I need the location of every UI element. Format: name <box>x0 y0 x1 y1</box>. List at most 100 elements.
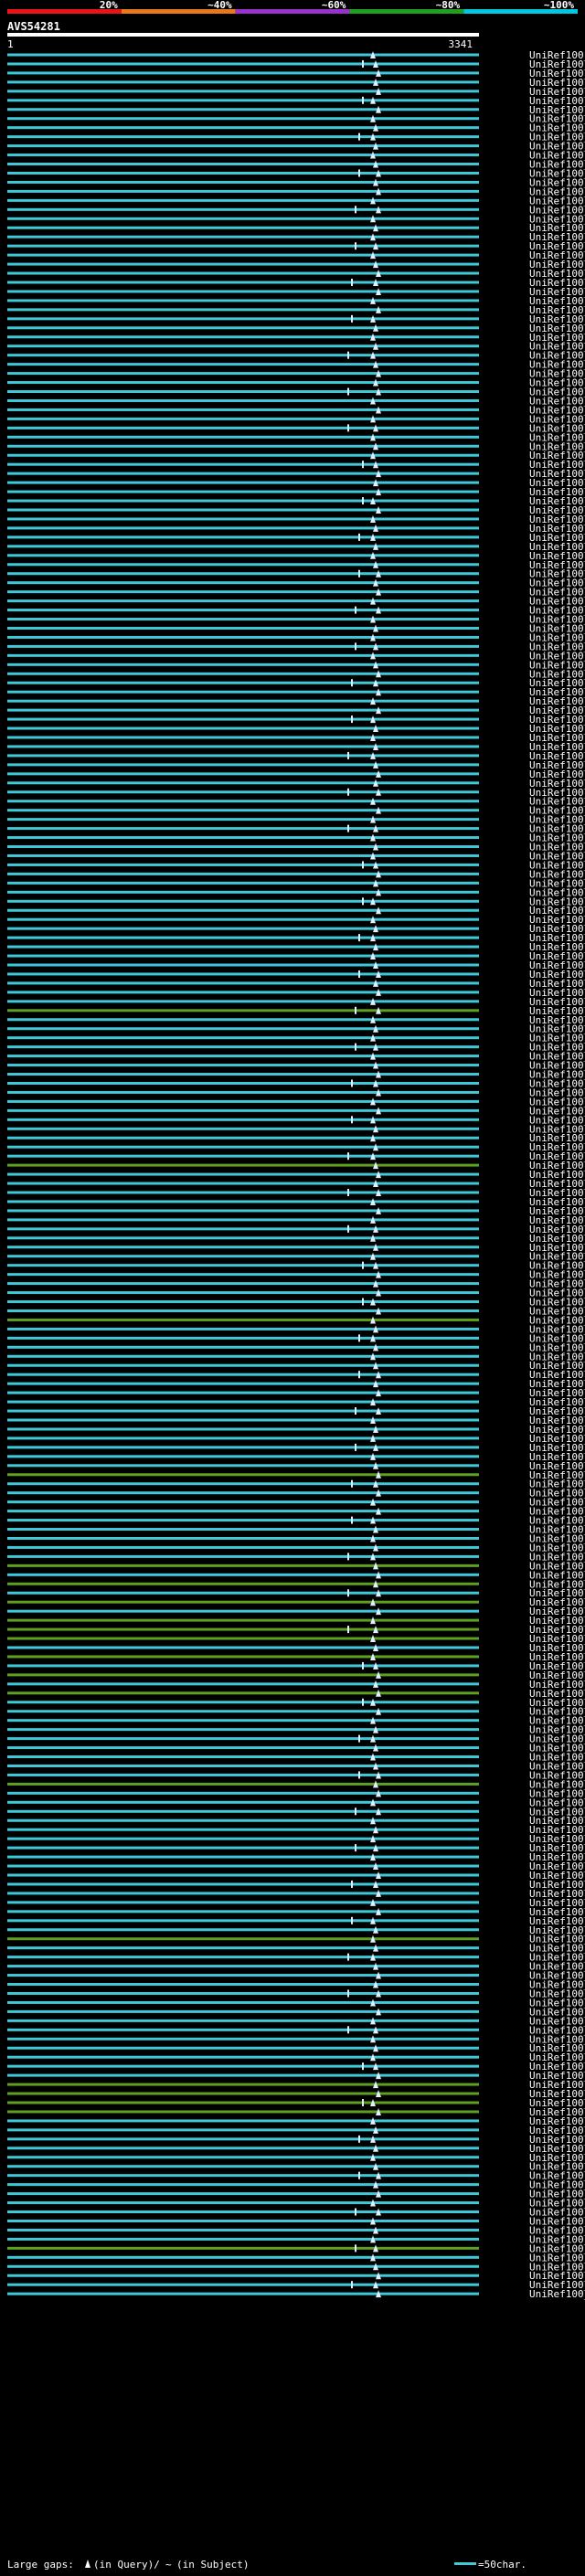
hit-row: UniRef100_Q39HN3 <box>7 641 585 652</box>
alignment-bar <box>7 453 479 457</box>
alignment-bar <box>7 1609 479 1613</box>
hit-row: UniRef100_A9RT52 <box>7 431 585 443</box>
alignment-bar <box>7 1983 479 1987</box>
alignment-bar <box>7 2128 479 2132</box>
alignment-bar <box>7 1264 479 1267</box>
alignment-bar <box>7 1064 479 1067</box>
alignment-bar <box>7 2210 479 2214</box>
hit-row: UniRef100_C1JA44 <box>7 1715 585 1727</box>
scale-tick-label: ~100% <box>544 0 574 11</box>
hit-row: UniRef100_B6UF55 <box>7 440 585 452</box>
hit-row: UniRef100_A5VFQ7 <box>7 969 585 981</box>
hit-row: UniRef100_Q4Z699 <box>7 332 585 344</box>
hit-row: UniRef100_B2UJ81 <box>7 805 585 817</box>
hit-row: UniRef100_C6M5N6 <box>7 1014 585 1026</box>
alignment-bar <box>7 1273 479 1277</box>
hit-row: UniRef100_UP1000... <box>7 2106 585 2118</box>
hit-row: UniRef100_B2ZZA0 <box>7 541 585 553</box>
hit-row: UniRef100_A1KNN4 <box>7 1332 585 1344</box>
alignment-bar <box>7 1455 479 1458</box>
hit-row: UniRef100_Q5X4V9 <box>7 1396 585 1408</box>
alignment-bar <box>7 244 479 248</box>
alignment-bar <box>7 354 479 357</box>
alignment-bar <box>7 563 479 567</box>
hit-row: UniRef100_C3W7E2 <box>7 1269 585 1281</box>
hit-row: UniRef100_C4UFH5 <box>7 1560 585 1572</box>
alignment-bar <box>7 1528 479 1532</box>
hit-row: UniRef100_A1IIE5 <box>7 1642 585 1654</box>
hit-row: UniRef100_C4F1L6 <box>7 2215 585 2227</box>
hit-row: UniRef100_Q46TD6 <box>7 1532 585 1544</box>
subject-gap-marker <box>347 824 349 832</box>
identity-scale: 20% ~40% ~60% ~80% ~100% <box>7 0 578 14</box>
alignment-bar <box>7 299 479 302</box>
alignment-bar <box>7 1018 479 1022</box>
alignment-bar <box>7 62 479 66</box>
hit-row: UniRef100_B6B296 <box>7 1888 585 1900</box>
alignment-bar <box>7 1637 479 1640</box>
alignment-bar <box>7 1755 479 1759</box>
alignment-bar <box>7 690 479 694</box>
alignment-bar <box>7 1591 479 1595</box>
legend-in-subject: (in Subject) <box>176 2559 249 2571</box>
subject-gap-marker <box>362 59 364 68</box>
alignment-bar <box>7 481 479 484</box>
alignment-bar <box>7 736 479 739</box>
alignment-bar <box>7 1255 479 1258</box>
hit-row: UniRef100_Q7BM26 <box>7 778 585 790</box>
hit-row: UniRef100_B8LPV2 <box>7 387 585 398</box>
hit-row: UniRef100_Q15RC0 <box>7 1787 585 1799</box>
alignment-bar <box>7 163 479 166</box>
alignment-bar <box>7 462 479 466</box>
hit-row: UniRef100_UP1000... <box>7 996 585 1008</box>
alignment-bar <box>7 590 479 594</box>
hit-row: UniRef100_Q5Y185 <box>7 1760 585 1772</box>
hit-row: UniRef100_B4ESQ5 <box>7 1633 585 1645</box>
alignment-bar <box>7 398 479 402</box>
hit-row: UniRef100_A6FZZ4 <box>7 814 585 826</box>
hit-row: UniRef100_C6AL48 <box>7 1688 585 1700</box>
subject-gap-marker <box>347 424 349 432</box>
subject-gap-marker <box>362 861 364 869</box>
subject-gap-marker <box>347 1626 349 1634</box>
alignment-bar <box>7 2000 479 2004</box>
hit-row: UniRef100_C2G6V8 <box>7 2161 585 2173</box>
alignment-bar <box>7 1391 479 1394</box>
alignment-bar <box>7 981 479 985</box>
hit-row: UniRef100_B8M7M2 <box>7 113 585 125</box>
hit-row: UniRef100_A2UUE6 <box>7 1833 585 1845</box>
alignment-bar <box>7 1809 479 1813</box>
alignment-bar <box>7 381 479 385</box>
alignment-bar <box>7 2092 479 2095</box>
hit-row: UniRef100_Q25Y55 <box>7 1970 585 1982</box>
subject-gap-marker <box>358 169 360 177</box>
alignment-bar <box>7 2110 479 2114</box>
alignment-bar <box>7 1482 479 1486</box>
hit-row: UniRef100_Q1U292 <box>7 1042 585 1054</box>
alignment-bar <box>7 1382 479 1385</box>
alignment-bar <box>7 135 479 139</box>
subject-gap-marker <box>362 2099 364 2106</box>
hit-row: UniRef100_Q8H16Z <box>7 58 585 70</box>
hit-row: UniRef100_A4LJS1 <box>7 614 585 626</box>
hit-row: UniRef100_C5WM90 <box>7 832 585 844</box>
alignment-bar <box>7 1236 479 1240</box>
alignment-bar <box>7 2019 479 2022</box>
hit-row: UniRef100_C7WZY9 <box>7 1005 585 1017</box>
alignment-bar <box>7 1309 479 1312</box>
alignment-bar <box>7 1055 479 1058</box>
hit-label[interactable]: UniRef100_C7VS59 <box>529 2288 585 2300</box>
legend-in-query: (in Query)/ <box>93 2559 160 2571</box>
hit-row: UniRef100_B4WXG2 <box>7 1150 585 1162</box>
alignment-bar <box>7 1027 479 1031</box>
hit-row: UniRef100_UP1000... <box>7 1114 585 1126</box>
alignment-bar <box>7 1928 479 1932</box>
alignment-bar <box>7 2165 479 2168</box>
alignment-bar <box>7 189 479 193</box>
hit-row: UniRef100_A3NC79 <box>7 2051 585 2063</box>
subject-gap-marker <box>355 642 356 651</box>
hit-row: UniRef100_B9EN41 <box>7 1915 585 1927</box>
alignment-bar <box>7 426 479 429</box>
subject-gap-marker <box>351 1516 353 1524</box>
hit-row: UniRef100_Q1IPV4 <box>7 1479 585 1490</box>
